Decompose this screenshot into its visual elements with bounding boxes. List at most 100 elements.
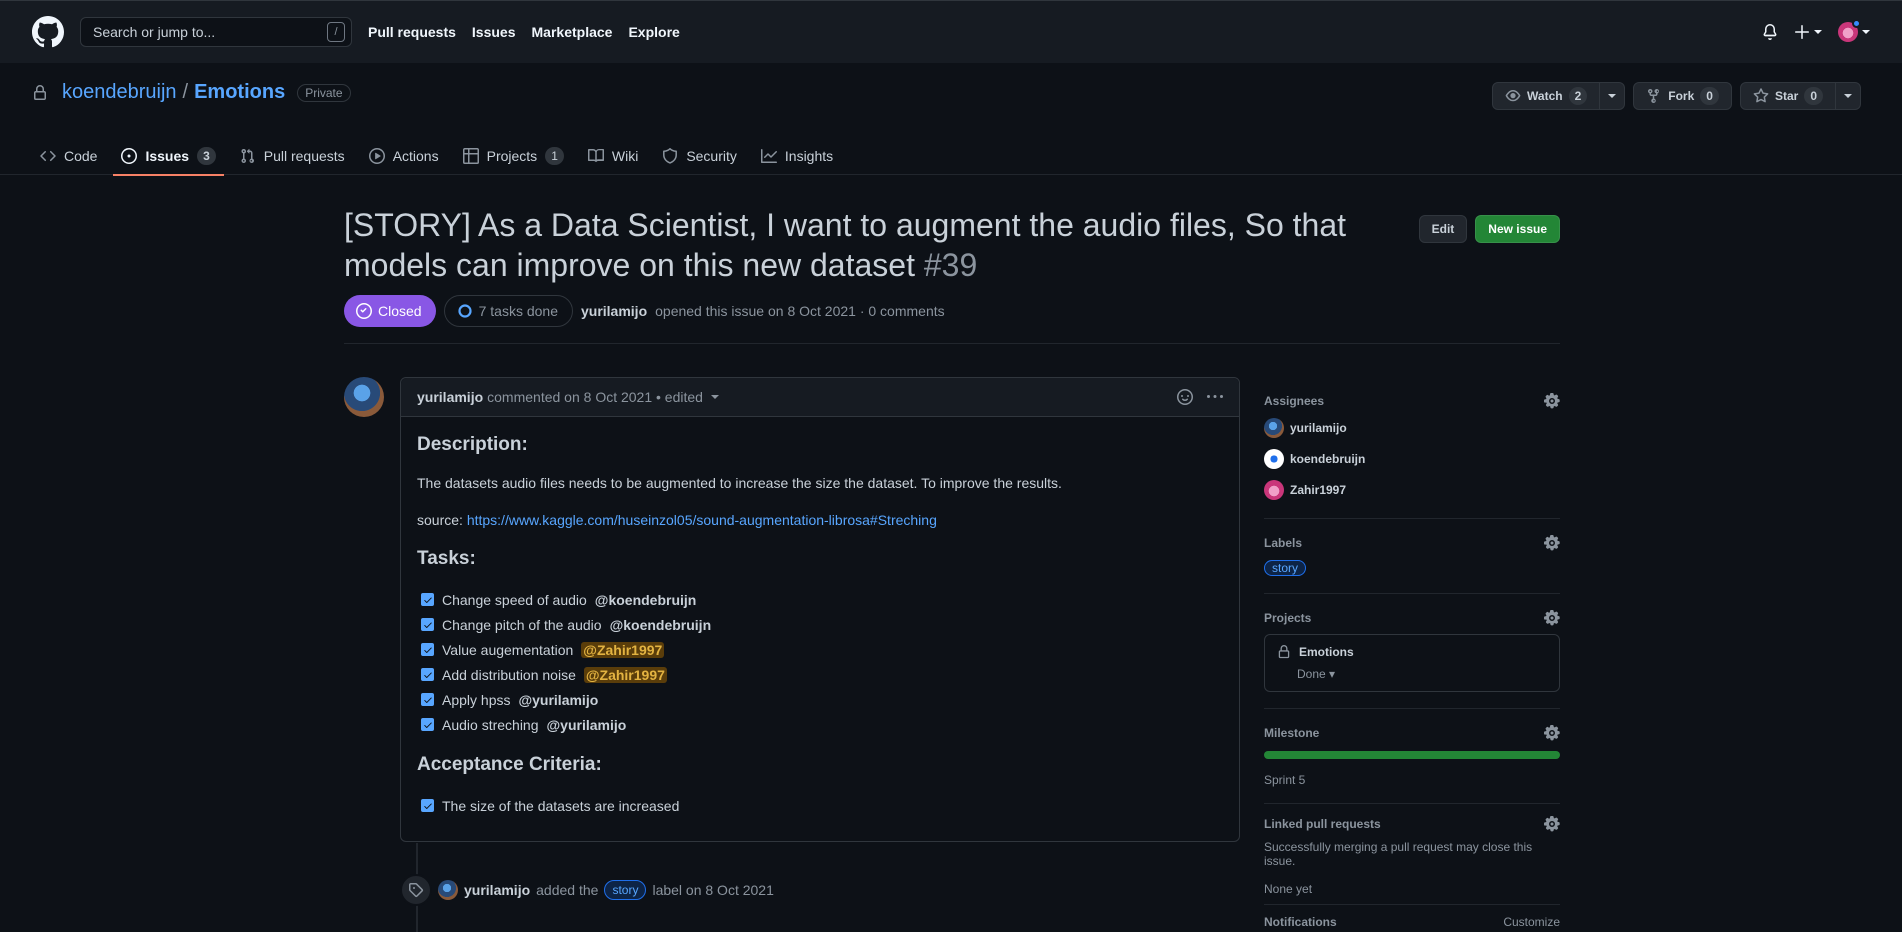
assignee-item[interactable]: yurilamijo <box>1264 416 1560 440</box>
tab-pull-requests-label: Pull requests <box>263 147 345 164</box>
edit-button[interactable]: Edit <box>1418 215 1468 243</box>
nav-explore[interactable]: Explore <box>628 24 679 40</box>
assignee-name: koendebruijn <box>1290 452 1366 466</box>
watch-group: Watch 2 <box>1492 82 1626 110</box>
checkbox[interactable] <box>421 718 434 731</box>
nav-issues[interactable]: Issues <box>472 24 516 40</box>
global-header: Search or jump to... / Pull requests Iss… <box>0 0 1902 63</box>
star-dropdown-button[interactable] <box>1836 82 1861 110</box>
project-card[interactable]: Emotions Done ▾ <box>1264 634 1560 692</box>
tab-projects[interactable]: Projects 1 <box>455 136 572 175</box>
timeline-label-event: yurilamijo added the story label on 8 Oc… <box>400 874 774 906</box>
user-mention[interactable]: @koendebruijn <box>610 617 712 633</box>
assignee-name: yurilamijo <box>1290 421 1347 435</box>
repo-forked-icon <box>1648 88 1660 104</box>
user-mention[interactable]: @koendebruijn <box>595 592 697 608</box>
customize-link[interactable]: Customize <box>1503 915 1560 929</box>
book-icon <box>587 148 604 162</box>
tasks-progress[interactable]: 7 tasks done <box>443 295 573 327</box>
task-list-item: Change pitch of the audio @koendebruijn <box>417 612 1223 637</box>
user-menu[interactable] <box>1838 19 1870 42</box>
gear-icon[interactable] <box>1544 535 1560 551</box>
milestone-progress-bar <box>1264 751 1560 759</box>
tab-issues-label: Issues <box>145 147 190 164</box>
repo-name-link[interactable]: Emotions <box>194 81 285 104</box>
gear-icon[interactable] <box>1544 610 1560 626</box>
tab-wiki[interactable]: Wiki <box>580 136 646 175</box>
timeline-actor[interactable]: yurilamijo <box>464 882 530 898</box>
shield-icon <box>663 147 678 164</box>
tab-insights-label: Insights <box>784 147 834 164</box>
user-mention[interactable]: @Zahir1997 <box>581 641 665 658</box>
star-group: Star 0 <box>1739 82 1861 110</box>
search-shortcut-key: / <box>327 22 345 42</box>
checkbox[interactable] <box>421 618 434 631</box>
comment-body: Description: The datasets audio files ne… <box>401 417 1239 850</box>
watch-button[interactable]: Watch 2 <box>1492 82 1601 110</box>
issue-header-actions: Edit New issue <box>1418 215 1560 243</box>
github-logo-icon[interactable] <box>32 16 64 48</box>
assignees-title: Assignees <box>1264 394 1325 408</box>
caret-down-icon <box>1608 94 1617 98</box>
repo-owner-link[interactable]: koendebruijn <box>62 81 177 104</box>
gear-icon[interactable] <box>1544 393 1560 409</box>
assignee-item[interactable]: Zahir1997 <box>1264 478 1560 502</box>
new-issue-button[interactable]: New issue <box>1475 215 1560 243</box>
header-divider <box>344 343 1560 344</box>
avatar[interactable] <box>344 377 384 417</box>
bell-icon[interactable] <box>1762 24 1778 40</box>
source-link[interactable]: https://www.kaggle.com/huseinzol05/sound… <box>467 512 937 528</box>
task-text: Value augementation <box>442 641 574 658</box>
assignee-item[interactable]: koendebruijn <box>1264 447 1560 471</box>
play-icon <box>368 147 385 164</box>
project-status-select[interactable]: Done ▾ <box>1297 667 1547 681</box>
gear-icon[interactable] <box>1544 816 1560 832</box>
linked-prs-section: Linked pull requests Successfully mergin… <box>1264 804 1560 904</box>
criteria-list: The size of the datasets are increased <box>417 793 1223 818</box>
checkbox[interactable] <box>421 799 434 812</box>
state-label: Closed <box>378 303 422 319</box>
label-badge[interactable]: story <box>1264 560 1307 576</box>
description-text: The datasets audio files needs to be aug… <box>417 475 1062 491</box>
gear-icon[interactable] <box>1544 725 1560 741</box>
watch-dropdown-button[interactable] <box>1600 82 1626 110</box>
issue-meta: Closed 7 tasks done yurilamijo opened th… <box>344 295 945 327</box>
nav-marketplace[interactable]: Marketplace <box>532 24 613 40</box>
comment-author[interactable]: yurilamijo <box>417 389 483 405</box>
avatar <box>1264 418 1284 438</box>
milestone-name[interactable]: Sprint 5 <box>1264 773 1560 787</box>
user-mention[interactable]: @yurilamijo <box>518 692 598 708</box>
avatar[interactable] <box>438 880 458 900</box>
avatar <box>1264 449 1284 469</box>
checkbox[interactable] <box>421 668 434 681</box>
label-badge[interactable]: story <box>604 880 647 900</box>
timeline-action: added the <box>536 882 599 898</box>
caret-down-icon[interactable] <box>710 393 719 401</box>
task-list-item: Add distribution noise @Zahir1997 <box>417 662 1223 687</box>
tab-issues-count: 3 <box>197 146 216 165</box>
tab-wiki-label: Wiki <box>611 147 639 164</box>
task-list-item: Change speed of audio @koendebruijn <box>417 587 1223 612</box>
tab-insights[interactable]: Insights <box>753 136 841 175</box>
timeline-suffix: label on 8 Oct 2021 <box>652 882 774 898</box>
labels-title: Labels <box>1264 536 1303 550</box>
tab-security[interactable]: Security <box>654 136 745 175</box>
nav-pull-requests[interactable]: Pull requests <box>368 24 456 40</box>
user-mention[interactable]: @yurilamijo <box>547 717 627 733</box>
user-mention[interactable]: @Zahir1997 <box>583 666 667 683</box>
tab-pull-requests[interactable]: Pull requests <box>232 136 353 175</box>
tab-code[interactable]: Code <box>32 136 105 175</box>
create-new-menu[interactable] <box>1794 24 1822 40</box>
fork-button[interactable]: Fork 0 <box>1633 82 1732 110</box>
issue-author[interactable]: yurilamijo <box>581 303 647 319</box>
search-input[interactable]: Search or jump to... / <box>80 17 352 47</box>
checkbox[interactable] <box>421 643 434 656</box>
star-button[interactable]: Star 0 <box>1739 82 1836 110</box>
checkbox[interactable] <box>421 593 434 606</box>
project-status: Done <box>1297 667 1326 681</box>
smiley-icon[interactable] <box>1177 389 1193 405</box>
kebab-horizontal-icon[interactable] <box>1207 389 1223 405</box>
checkbox[interactable] <box>421 693 434 706</box>
tab-actions[interactable]: Actions <box>361 136 447 175</box>
tab-issues[interactable]: Issues 3 <box>113 136 225 176</box>
